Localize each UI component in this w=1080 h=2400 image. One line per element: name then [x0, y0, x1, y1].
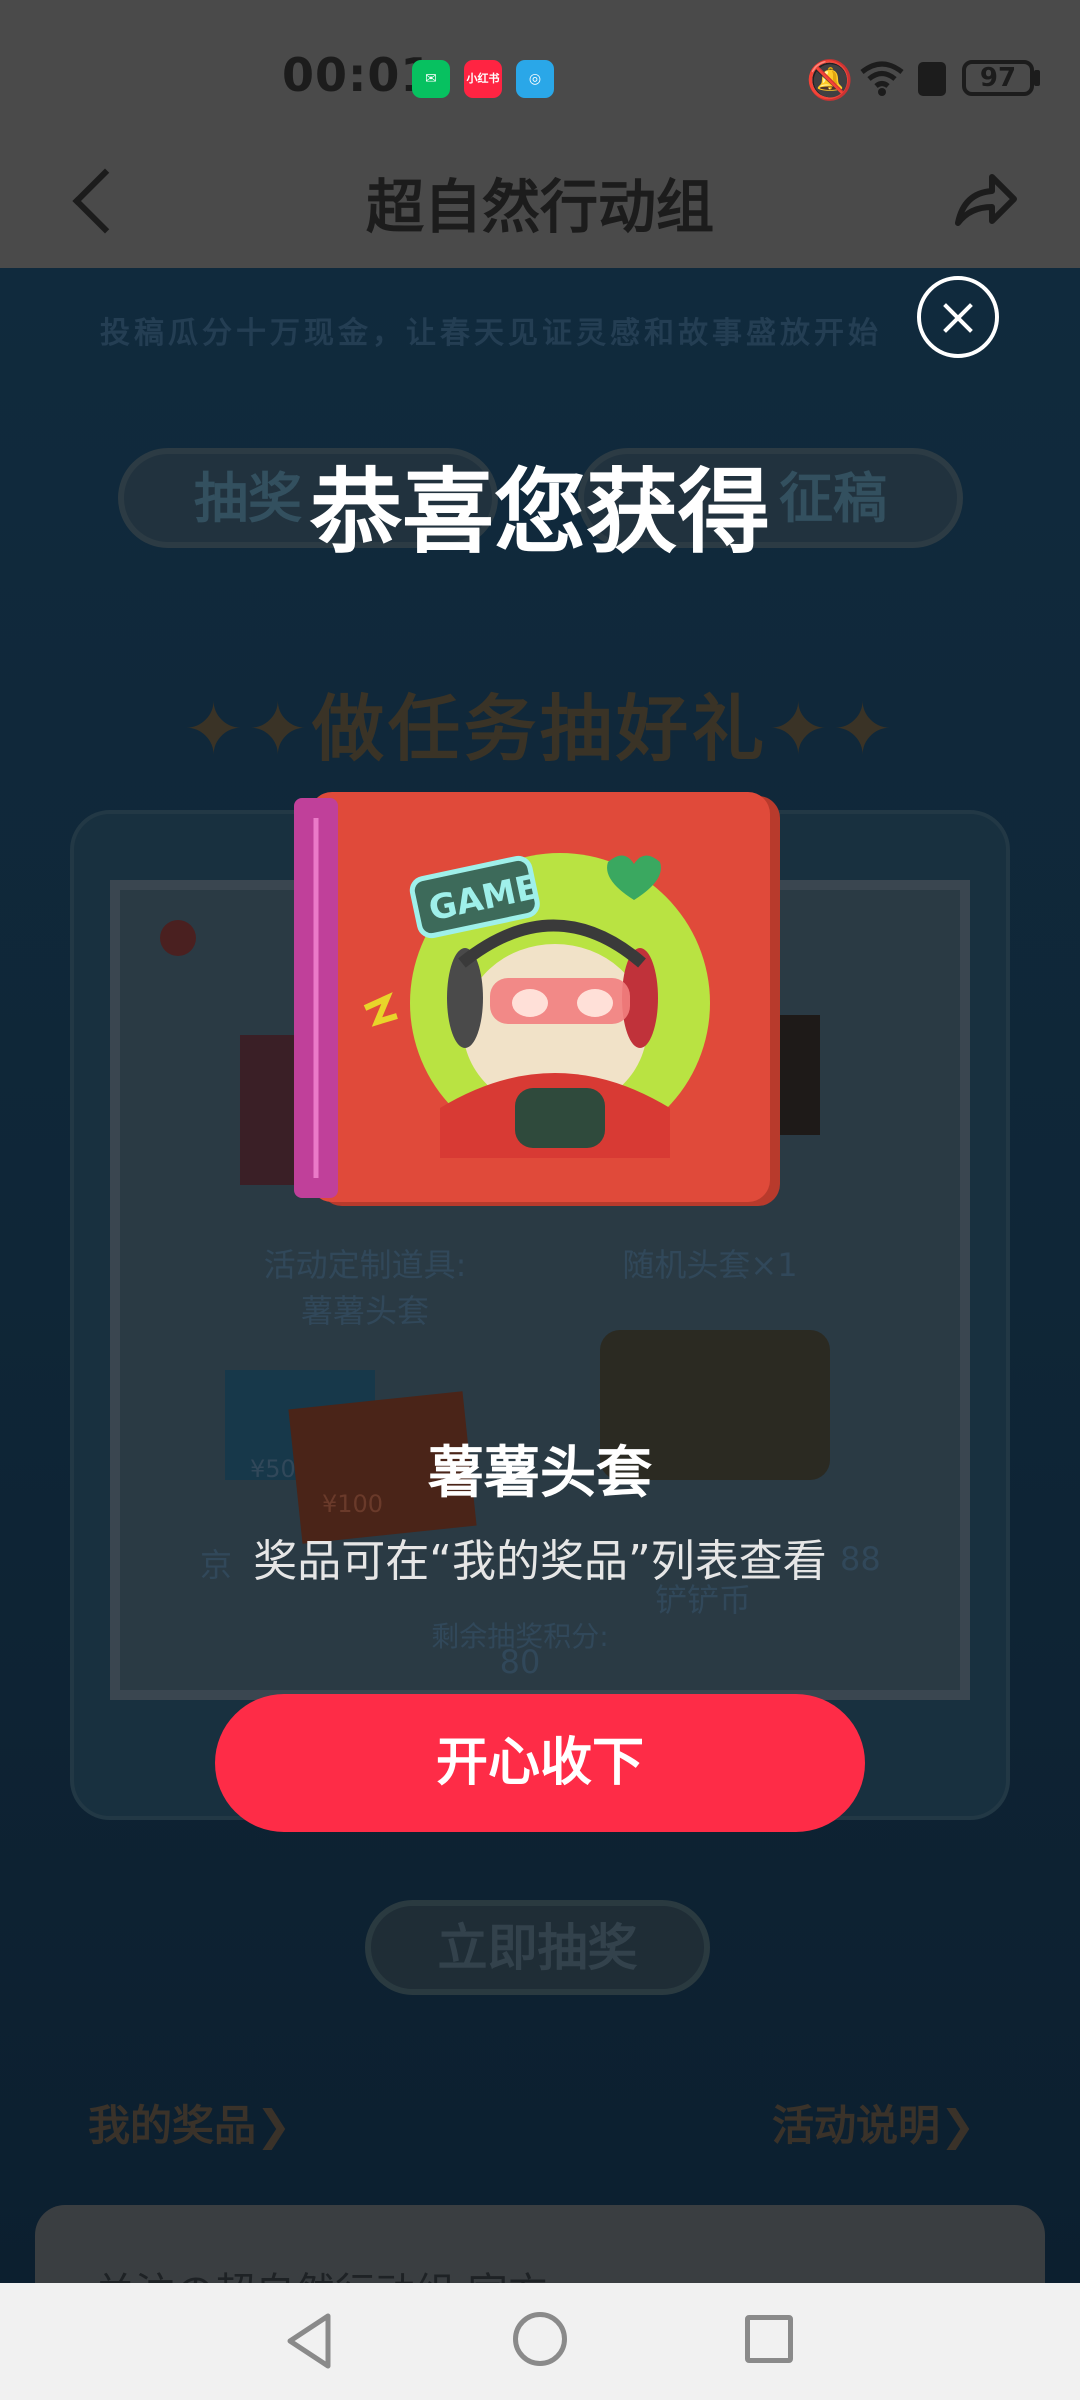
battery-indicator: 97 — [962, 60, 1034, 96]
share-icon — [955, 174, 1017, 226]
rules-link[interactable]: 活动说明❯ — [772, 2092, 975, 2153]
banner-text: 投稿瓜分十万现金，让春天见证灵感和故事盛放开始 — [100, 316, 882, 351]
nav-home-button[interactable] — [513, 2312, 567, 2366]
prize-hint: 奖品可在“我的奖品”列表查看 — [253, 1536, 827, 1587]
sparkle-icon: ✦✦ — [183, 687, 312, 771]
my-prizes-link[interactable]: 我的奖品❯ — [88, 2092, 291, 2153]
prize-label-line: 薯薯头套 — [300, 1292, 429, 1330]
headgear-prize-image: GAME — [294, 792, 780, 1206]
prize-label: 活动定制道具: 薯薯头套 — [200, 1240, 530, 1332]
triangle-back-icon — [287, 2313, 331, 2369]
points-value: 80 — [499, 1643, 541, 1681]
nav-back-button[interactable] — [280, 2310, 340, 2372]
prize-name: 薯薯头套 — [428, 1441, 652, 1506]
wifi-icon — [858, 58, 906, 107]
share-button[interactable] — [950, 165, 1020, 235]
pin-icon — [160, 920, 196, 956]
browser-icon: ◎ — [516, 60, 554, 98]
status-time: 00:01 — [282, 48, 434, 102]
prize-label-line: 活动定制道具: — [263, 1246, 467, 1284]
draw-now-button[interactable]: 立即抽奖 — [365, 1900, 710, 1995]
nav-recents-button[interactable] — [745, 2315, 793, 2363]
section-title-text: 做任务抽好礼 — [311, 687, 768, 771]
rules-label: 活动说明 — [772, 2101, 941, 2150]
section-title: ✦✦做任务抽好礼✦✦ — [0, 670, 1080, 775]
battery-tip — [1034, 70, 1040, 86]
prize-illustration: GAME — [290, 788, 785, 1218]
xiaohongshu-icon: 小红书 — [464, 60, 502, 98]
wechat-icon: ✉ — [412, 60, 450, 98]
close-popup-button[interactable] — [917, 276, 999, 358]
page-title: 超自然行动组 — [365, 173, 714, 241]
prize-label: 随机头套×1 — [622, 1246, 798, 1284]
sparkle-icon: ✦✦ — [768, 687, 897, 771]
sim-icon — [918, 62, 946, 96]
chevron-right-icon: ❯ — [940, 2101, 976, 2150]
popup-heading: 恭喜您获得 — [309, 459, 770, 566]
my-prizes-label: 我的奖品 — [88, 2101, 257, 2150]
accept-prize-button[interactable]: 开心收下 — [215, 1694, 865, 1832]
mute-icon: 🔕 — [806, 58, 854, 102]
chevron-right-icon: ❯ — [256, 2101, 292, 2150]
